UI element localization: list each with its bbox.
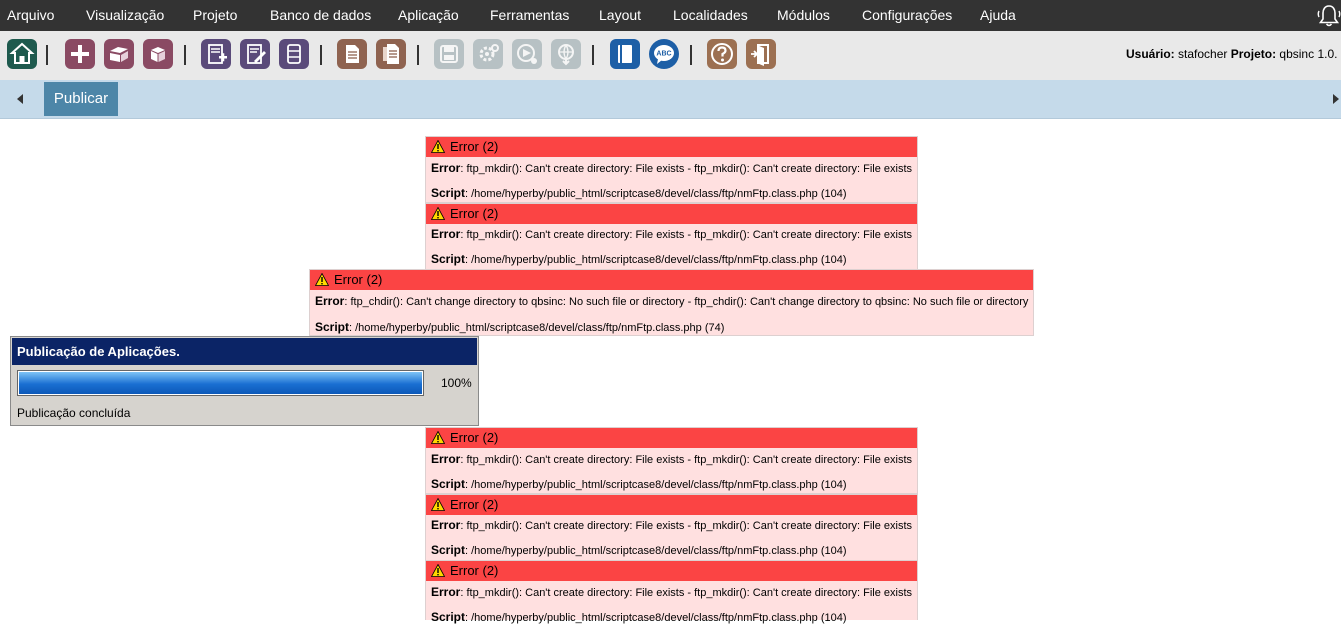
menu-projeto[interactable]: Projeto — [193, 0, 237, 31]
error-header: Error (2) — [426, 495, 917, 515]
add-icon[interactable] — [65, 39, 95, 69]
menu-ajuda[interactable]: Ajuda — [980, 0, 1016, 31]
menu-aplicacao[interactable]: Aplicação — [398, 0, 459, 31]
error-script: Script: /home/hyperby/public_html/script… — [315, 320, 725, 334]
publish-icon[interactable] — [551, 39, 581, 69]
error-header: Error (2) — [310, 270, 1033, 290]
notification-bell-icon[interactable] — [1316, 3, 1341, 29]
toolbar-separator — [46, 45, 48, 65]
save-icon[interactable] — [434, 39, 464, 69]
box-icon[interactable] — [143, 39, 173, 69]
warning-icon — [431, 431, 445, 444]
settings-icon[interactable] — [473, 39, 503, 69]
exit-icon[interactable] — [746, 39, 776, 69]
tab-scroll-left-icon[interactable] — [14, 92, 26, 106]
error-title: Error (2) — [450, 206, 499, 221]
error-box: Error (2) Error: ftp_chdir(): Can't chan… — [309, 269, 1034, 336]
error-script: Script: /home/hyperby/public_html/script… — [431, 477, 847, 491]
database-icon[interactable] — [279, 39, 309, 69]
error-script: Script: /home/hyperby/public_html/script… — [431, 543, 847, 557]
tab-bar: Publicar — [0, 80, 1341, 119]
toolbar-separator — [320, 45, 322, 65]
menu-ferramentas[interactable]: Ferramentas — [490, 0, 569, 31]
warning-icon — [431, 498, 445, 511]
toolbar-separator — [417, 45, 419, 65]
warning-icon — [431, 140, 445, 153]
user-name: stafocher — [1178, 47, 1228, 61]
version: 1.0. — [1317, 47, 1338, 61]
error-script: Script: /home/hyperby/public_html/script… — [431, 186, 847, 200]
menu-visualizacao[interactable]: Visualização — [86, 0, 164, 31]
document-icon[interactable] — [337, 39, 367, 69]
home-icon[interactable] — [7, 39, 37, 69]
error-message: Error: ftp_mkdir(): Can't create directo… — [431, 585, 912, 599]
error-message: Error: ftp_mkdir(): Can't create directo… — [431, 518, 912, 532]
menu-arquivo[interactable]: Arquivo — [7, 0, 54, 31]
publish-progress-panel: Publicação de Aplicações. 100% Publicaçã… — [10, 336, 479, 426]
menu-configuracoes[interactable]: Configurações — [862, 0, 952, 31]
error-header: Error (2) — [426, 428, 917, 448]
new-application-icon[interactable] — [201, 39, 231, 69]
error-box: Error (2) Error: ftp_mkdir(): Can't crea… — [425, 427, 918, 494]
user-info: Usuário: stafocher Projeto: qbsinc 1.0. — [1126, 47, 1337, 61]
error-header: Error (2) — [426, 561, 917, 581]
project-name: qbsinc — [1279, 47, 1315, 61]
error-title: Error (2) — [450, 430, 499, 445]
warning-icon — [431, 564, 445, 577]
menu-bar: Arquivo Visualização Projeto Banco de da… — [0, 0, 1341, 31]
progress-percent: 100% — [441, 376, 472, 390]
tab-publicar[interactable]: Publicar — [44, 82, 118, 116]
panel-title: Publicação de Aplicações. — [12, 338, 477, 365]
help-icon[interactable] — [707, 39, 737, 69]
menu-localidades[interactable]: Localidades — [673, 0, 748, 31]
error-header: Error (2) — [426, 204, 917, 224]
progress-bar — [17, 370, 424, 396]
toolbar-separator — [592, 45, 594, 65]
toolbar-separator — [184, 45, 186, 65]
tab-scroll-right-icon[interactable] — [1330, 92, 1341, 106]
edit-application-icon[interactable] — [240, 39, 270, 69]
user-label: Usuário: — [1126, 47, 1175, 61]
toolbar-separator — [690, 45, 692, 65]
book-icon[interactable] — [610, 39, 640, 69]
error-box: Error (2) Error: ftp_mkdir(): Can't crea… — [425, 136, 918, 203]
warning-icon — [315, 273, 329, 286]
error-message: Error: ftp_mkdir(): Can't create directo… — [431, 452, 912, 466]
error-message: Error: ftp_mkdir(): Can't create directo… — [431, 227, 912, 241]
spellcheck-icon[interactable]: ABC — [649, 39, 679, 69]
error-message: Error: ftp_mkdir(): Can't create directo… — [431, 161, 912, 175]
error-title: Error (2) — [334, 272, 383, 287]
error-header: Error (2) — [426, 137, 917, 157]
error-title: Error (2) — [450, 497, 499, 512]
menu-modulos[interactable]: Módulos — [777, 0, 830, 31]
progress-fill — [19, 372, 422, 394]
menu-layout[interactable]: Layout — [599, 0, 641, 31]
error-message: Error: ftp_chdir(): Can't change directo… — [315, 294, 1029, 308]
menu-banco-de-dados[interactable]: Banco de dados — [270, 0, 371, 31]
error-box: Error (2) Error: ftp_mkdir(): Can't crea… — [425, 203, 918, 270]
svg-text:ABC: ABC — [656, 51, 671, 58]
publish-status: Publicação concluída — [17, 406, 131, 420]
error-title: Error (2) — [450, 563, 499, 578]
error-box: Error (2) Error: ftp_mkdir(): Can't crea… — [425, 560, 918, 624]
open-project-icon[interactable] — [104, 39, 134, 69]
error-script: Script: /home/hyperby/public_html/script… — [431, 252, 847, 266]
project-label: Projeto: — [1230, 47, 1277, 61]
run-icon[interactable] — [512, 39, 542, 69]
error-box: Error (2) Error: ftp_mkdir(): Can't crea… — [425, 494, 918, 561]
toolbar: ABC Usuário: stafocher Projeto: qbsinc 1… — [0, 31, 1341, 80]
error-script: Script: /home/hyperby/public_html/script… — [431, 610, 847, 624]
warning-icon — [431, 207, 445, 220]
documents-icon[interactable] — [376, 39, 406, 69]
error-title: Error (2) — [450, 139, 499, 154]
